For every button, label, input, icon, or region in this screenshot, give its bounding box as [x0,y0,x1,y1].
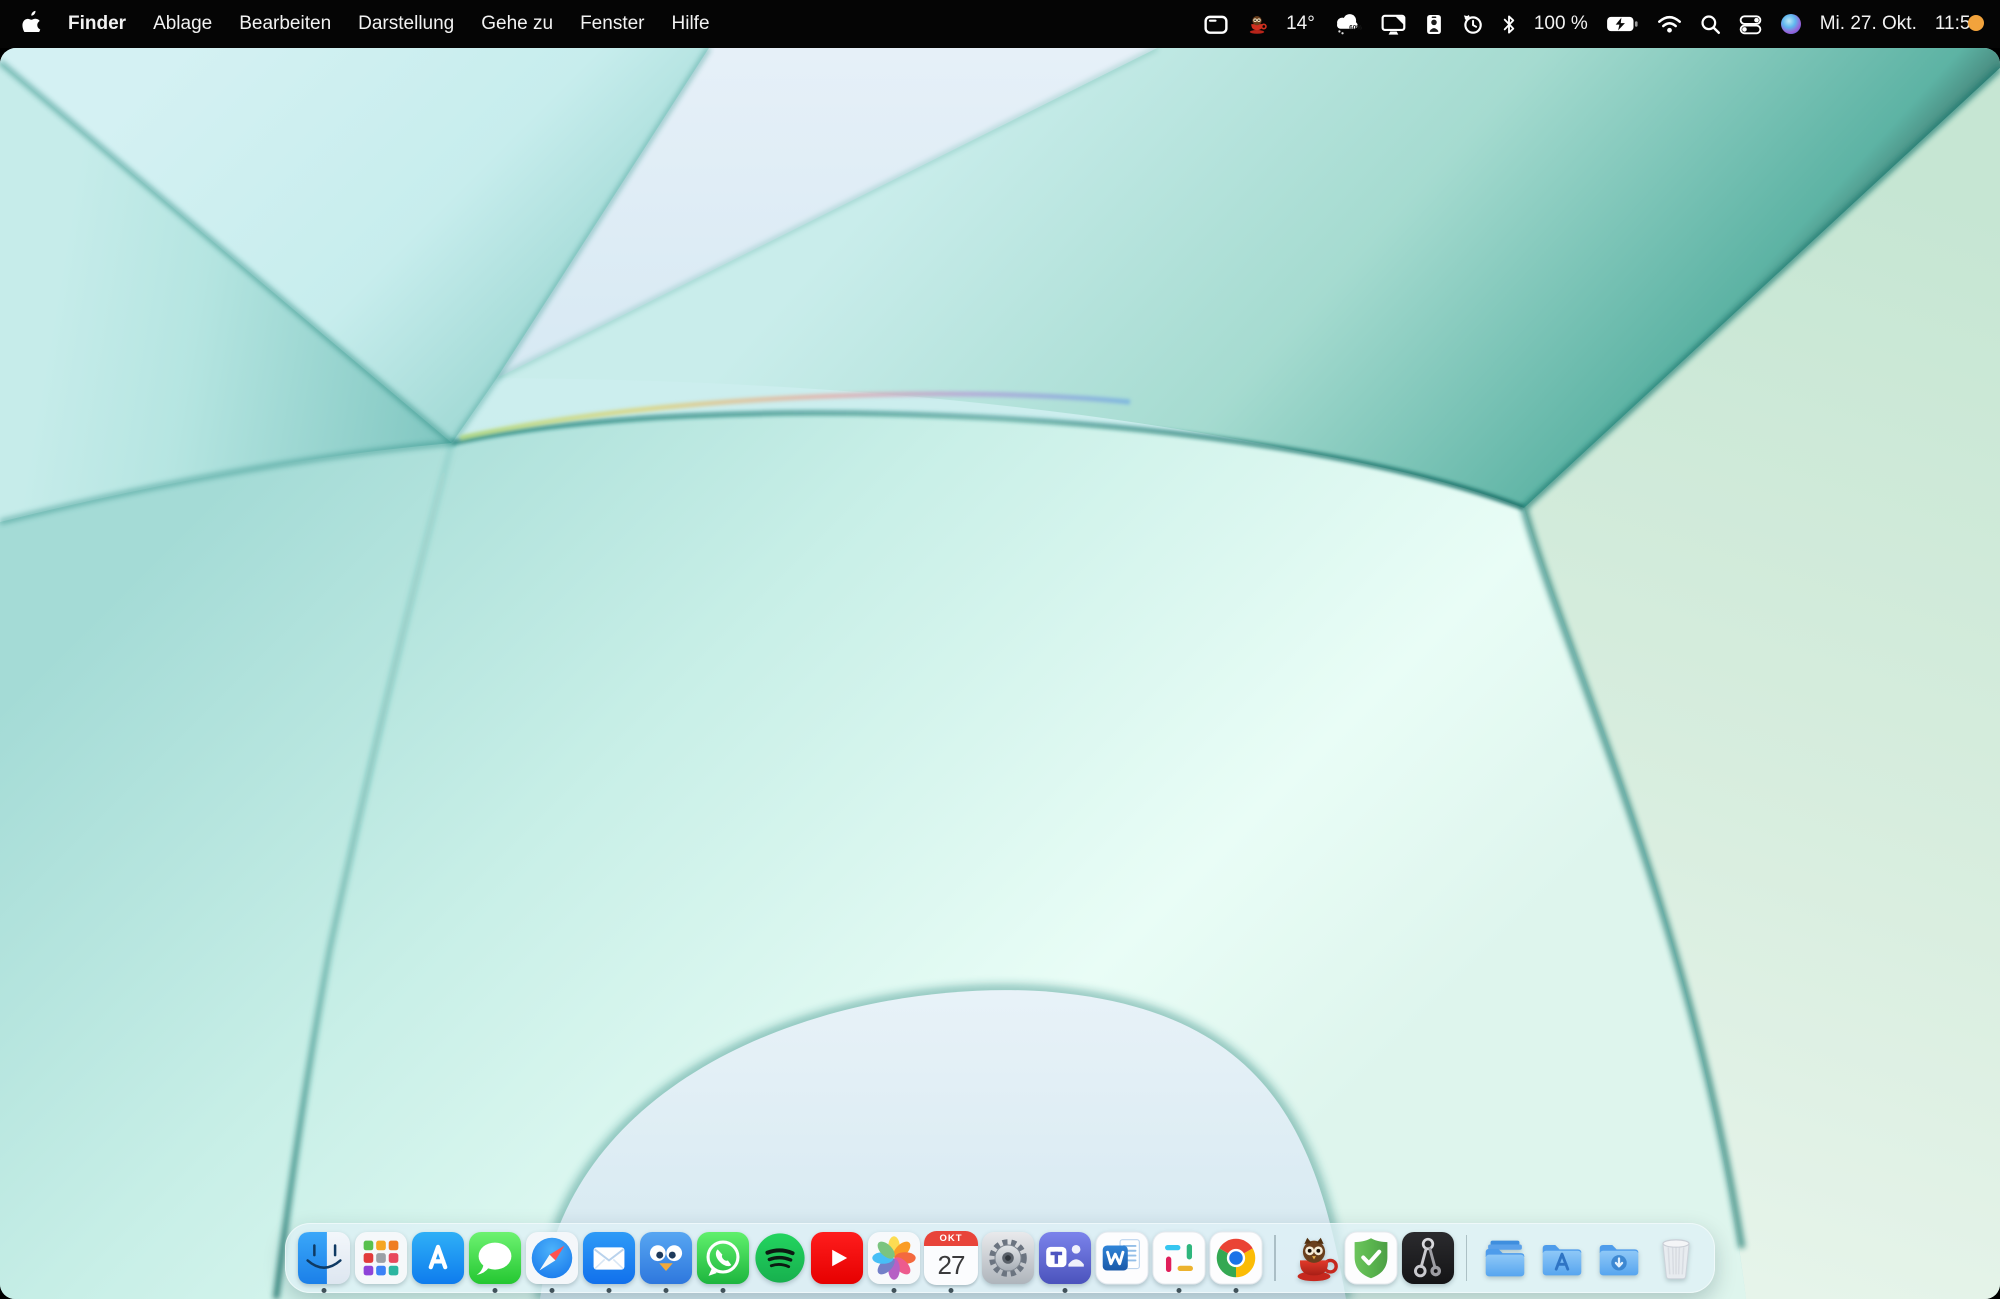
whatsapp-icon [696,1231,750,1285]
dock-separator [1274,1235,1276,1281]
dock-item-mail[interactable] [582,1231,636,1285]
id-badge-icon[interactable] [1425,13,1443,36]
calendar-day: 27 [924,1246,978,1285]
dock-item-teams[interactable] [1038,1231,1092,1285]
menu-bar-left: Finder Ablage Bearbeiten Darstellung Geh… [0,10,710,38]
chrome-icon [1209,1231,1263,1285]
clock-label[interactable]: 11:58 [1935,13,1984,35]
menu-fenster[interactable]: Fenster [580,13,644,35]
dock-item-finder[interactable] [297,1231,351,1285]
owly-icon [1287,1231,1341,1285]
menu-bar: Finder Ablage Bearbeiten Darstellung Geh… [0,0,2000,48]
menu-ablage[interactable]: Ablage [153,13,212,35]
svg-text:60%: 60% [1349,25,1362,32]
apple-menu[interactable] [22,10,41,38]
dock-item-folder-downloads[interactable] [1592,1231,1646,1285]
keychain-icon [1401,1231,1455,1285]
app-store-icon [411,1231,465,1285]
dock-item-slack[interactable] [1152,1231,1206,1285]
dock-item-folder-stack[interactable] [1478,1231,1532,1285]
weather-icon[interactable]: 60% [1333,12,1363,36]
dock-item-launchpad[interactable] [354,1231,408,1285]
slack-icon [1152,1231,1206,1285]
dock-item-tweetbot[interactable] [639,1231,693,1285]
dock-item-chrome[interactable] [1209,1231,1263,1285]
window-manager-icon[interactable] [1204,14,1228,35]
control-center-icon[interactable] [1739,14,1762,35]
dock-item-app-store[interactable] [411,1231,465,1285]
owly-menubar-icon[interactable] [1246,14,1268,35]
notification-dot [1968,15,1984,31]
spotify-icon [753,1231,807,1285]
dock-item-messages[interactable] [468,1231,522,1285]
display-sidecar-icon[interactable] [1381,13,1407,36]
apple-icon [22,10,41,32]
adguard-icon [1344,1231,1398,1285]
calendar-icon: OKT 27 [924,1231,978,1285]
dock-item-calendar[interactable]: OKT 27 [924,1231,978,1285]
dock-item-safari[interactable] [525,1231,579,1285]
siri-icon[interactable] [1780,13,1802,35]
menu-bearbeiten[interactable]: Bearbeiten [239,13,331,35]
photos-icon [867,1231,921,1285]
tweetbot-icon [639,1231,693,1285]
macos-desktop: Finder Ablage Bearbeiten Darstellung Geh… [0,0,2000,1299]
launchpad-icon [354,1231,408,1285]
youtube-icon [810,1231,864,1285]
battery-percent-label[interactable]: 100 % [1534,13,1588,35]
system-preferences-icon [981,1231,1035,1285]
time-machine-icon[interactable] [1461,13,1484,36]
dock-item-owly[interactable] [1287,1231,1341,1285]
dock-separator [1466,1235,1468,1281]
dock-item-adguard[interactable] [1344,1231,1398,1285]
dock-item-folder-applications[interactable] [1535,1231,1589,1285]
dock: OKT 27 [285,1223,1715,1293]
bluetooth-icon[interactable] [1502,13,1516,36]
finder-icon [297,1231,351,1285]
dock-item-trash[interactable] [1649,1231,1703,1285]
dock-item-word[interactable] [1095,1231,1149,1285]
desktop-wallpaper [0,48,2000,1299]
menu-bar-status: 14° 60% [1204,12,2000,36]
dock-item-whatsapp[interactable] [696,1231,750,1285]
dock-item-spotify[interactable] [753,1231,807,1285]
dock-item-photos[interactable] [867,1231,921,1285]
dock-item-system-preferences[interactable] [981,1231,1035,1285]
mail-icon [582,1231,636,1285]
word-icon [1095,1231,1149,1285]
battery-charging-icon[interactable] [1606,15,1639,33]
menu-hilfe[interactable]: Hilfe [672,13,710,35]
wallpaper-art [0,48,2000,1299]
wifi-icon[interactable] [1657,14,1682,34]
spotlight-icon[interactable] [1700,14,1721,35]
dock-item-keychain-access[interactable] [1401,1231,1455,1285]
safari-icon [525,1231,579,1285]
messages-icon [468,1231,522,1285]
dock-item-youtube[interactable] [810,1231,864,1285]
applications-folder-icon [1535,1231,1589,1285]
teams-icon [1038,1231,1092,1285]
downloads-folder-icon [1592,1231,1646,1285]
menu-gehe-zu[interactable]: Gehe zu [481,13,553,35]
folder-stack-icon [1478,1231,1532,1285]
temperature-label[interactable]: 14° [1286,13,1315,35]
calendar-month: OKT [924,1231,978,1246]
trash-icon [1649,1231,1703,1285]
menu-app-name[interactable]: Finder [68,13,126,35]
menu-darstellung[interactable]: Darstellung [358,13,454,35]
date-label[interactable]: Mi. 27. Okt. [1820,13,1917,35]
